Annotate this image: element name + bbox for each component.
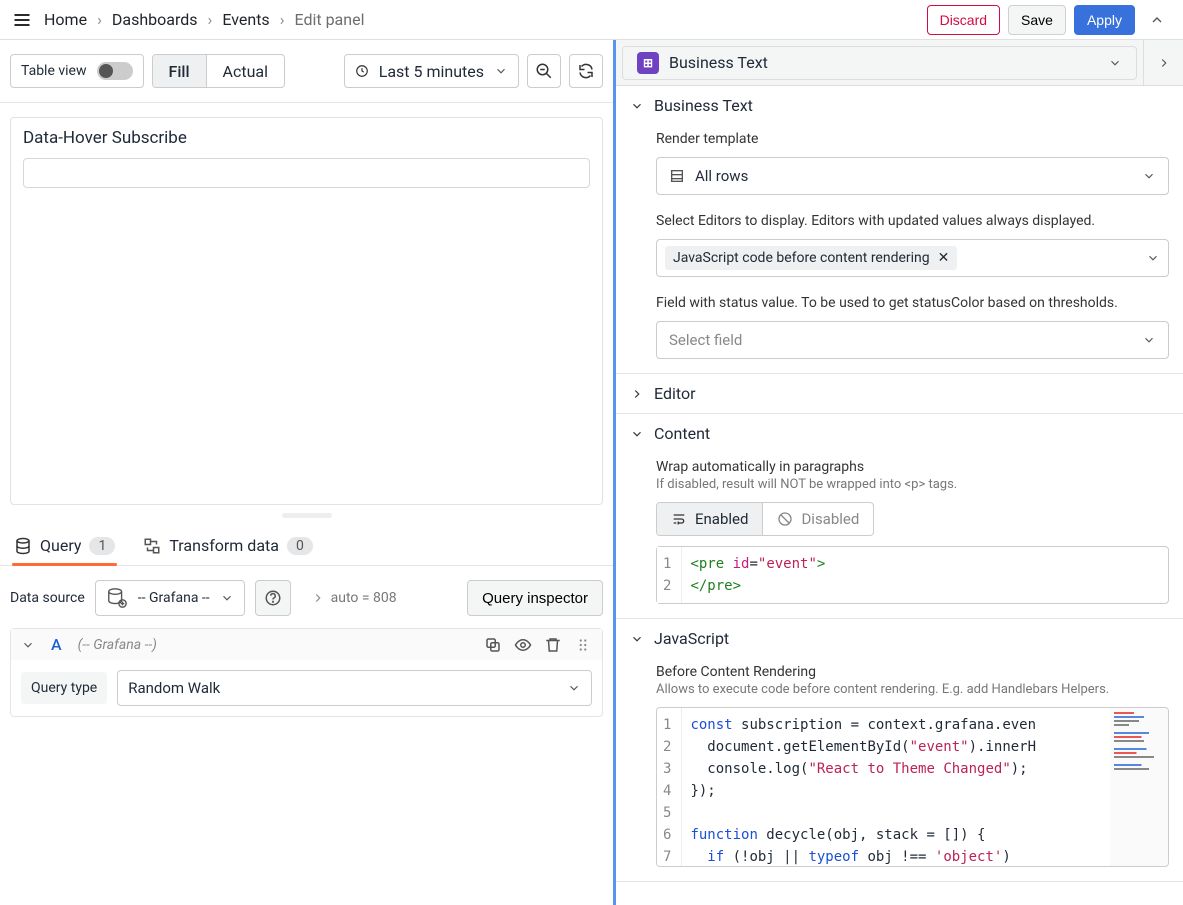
tab-query[interactable]: Query 1	[12, 528, 117, 565]
chevron-down-icon[interactable]	[21, 638, 35, 652]
apply-button[interactable]: Apply	[1074, 5, 1135, 35]
chevron-right-icon: ›	[97, 10, 102, 29]
visualization-picker[interactable]: ⊞ Business Text	[622, 46, 1137, 80]
editors-multiselect[interactable]: JavaScript code before content rendering…	[656, 239, 1169, 277]
tab-query-label: Query	[40, 536, 81, 555]
panel-content-placeholder	[23, 158, 590, 188]
chevron-right-icon	[630, 387, 644, 401]
database-icon	[14, 537, 32, 555]
copy-icon[interactable]	[484, 636, 502, 654]
breadcrumb: Home › Dashboards › Events › Edit panel	[44, 10, 364, 29]
breadcrumb-events[interactable]: Events	[222, 10, 269, 29]
status-field-label: Field with status value. To be used to g…	[656, 295, 1169, 311]
chevron-right-icon: ›	[208, 10, 213, 29]
rows-icon	[669, 168, 685, 184]
section-business-text[interactable]: Business Text	[616, 86, 1183, 125]
tab-transform[interactable]: Transform data 0	[141, 528, 315, 565]
panel-title: Data-Hover Subscribe	[23, 128, 590, 148]
wrap-icon	[671, 511, 687, 527]
table-view-label: Table view	[21, 63, 87, 79]
transform-icon	[143, 537, 161, 555]
viz-plugin-icon: ⊞	[637, 52, 659, 74]
vertical-resize-handle[interactable]	[0, 511, 613, 520]
hamburger-menu-icon[interactable]	[8, 6, 36, 34]
panel-preview: Data-Hover Subscribe	[10, 117, 603, 505]
refresh-icon[interactable]	[569, 54, 603, 88]
data-source-picker[interactable]: -- Grafana --	[95, 580, 245, 616]
viz-name: Business Text	[669, 53, 1098, 72]
content-code-editor[interactable]: 12 <pre id="event"> </pre>	[656, 546, 1169, 604]
breadcrumb-home[interactable]: Home	[44, 10, 87, 29]
render-template-label: Render template	[656, 131, 1169, 147]
discard-button[interactable]: Discard	[927, 5, 1000, 35]
bcr-label: Before Content Rendering	[656, 664, 1169, 680]
query-type-select[interactable]: Random Walk	[117, 670, 592, 706]
data-source-label: Data source	[10, 590, 85, 606]
time-range-picker[interactable]: Last 5 minutes	[344, 54, 519, 88]
chevron-down-icon	[630, 427, 644, 441]
query-ref-id[interactable]: A	[51, 635, 62, 654]
bcr-sublabel: Allows to execute code before content re…	[656, 682, 1169, 697]
no-wrap-icon	[777, 511, 793, 527]
data-source-help-icon[interactable]	[255, 580, 291, 616]
wrap-label: Wrap automatically in paragraphs	[656, 459, 1169, 475]
actual-option[interactable]: Actual	[207, 55, 284, 87]
javascript-code-editor[interactable]: 1234567 const subscription = context.gra…	[656, 707, 1169, 867]
wrap-disabled-option[interactable]: Disabled	[763, 503, 873, 535]
time-range-label: Last 5 minutes	[379, 62, 484, 81]
wrap-enabled-option[interactable]: Enabled	[657, 503, 763, 535]
code-content[interactable]: const subscription = context.grafana.eve…	[682, 708, 1110, 866]
transform-count-badge: 0	[287, 537, 313, 555]
chevron-down-icon	[630, 99, 644, 113]
query-editor-row: A (-- Grafana --) Query type Random Walk	[10, 628, 603, 717]
breadcrumb-dashboards[interactable]: Dashboards	[112, 10, 198, 29]
code-gutter: 1234567	[657, 708, 682, 866]
section-javascript[interactable]: JavaScript	[616, 619, 1183, 658]
query-inspector-button[interactable]: Query inspector	[467, 580, 603, 616]
zoom-out-icon[interactable]	[527, 54, 561, 88]
code-gutter: 12	[657, 547, 682, 603]
editor-chip: JavaScript code before content rendering…	[665, 246, 957, 270]
section-editor[interactable]: Editor	[616, 374, 1183, 413]
fill-actual-segment: Fill Actual	[152, 54, 286, 88]
collapse-panel-icon[interactable]	[1143, 6, 1171, 34]
editors-label: Select Editors to display. Editors with …	[656, 213, 1169, 229]
query-type-label: Query type	[21, 672, 107, 704]
status-field-select[interactable]: Select field	[656, 321, 1169, 359]
chip-remove-icon[interactable]: ✕	[938, 250, 950, 266]
query-options-summary[interactable]: auto = 808	[301, 590, 407, 606]
drag-handle-icon[interactable]	[574, 636, 592, 654]
toggle-switch[interactable]	[97, 62, 133, 80]
chevron-down-icon	[630, 632, 644, 646]
breadcrumb-current: Edit panel	[295, 10, 365, 29]
save-button[interactable]: Save	[1008, 5, 1066, 35]
code-minimap[interactable]	[1110, 708, 1168, 866]
fill-option[interactable]: Fill	[153, 55, 207, 87]
table-view-toggle[interactable]: Table view	[10, 54, 144, 88]
section-content[interactable]: Content	[616, 414, 1183, 453]
render-template-select[interactable]: All rows	[656, 157, 1169, 195]
code-content[interactable]: <pre id="event"> </pre>	[682, 547, 1168, 603]
tab-transform-label: Transform data	[169, 536, 279, 555]
wrap-radio-group: Enabled Disabled	[656, 502, 874, 536]
wrap-sublabel: If disabled, result will NOT be wrapped …	[656, 477, 1169, 492]
trash-icon[interactable]	[544, 636, 562, 654]
grafana-ds-icon	[106, 587, 128, 609]
query-count-badge: 1	[89, 537, 115, 555]
data-source-name: -- Grafana --	[138, 590, 210, 606]
chevron-right-icon: ›	[280, 10, 285, 29]
expand-options-icon[interactable]	[1143, 40, 1183, 85]
eye-icon[interactable]	[514, 636, 532, 654]
query-ds-name: (-- Grafana --)	[78, 637, 157, 653]
